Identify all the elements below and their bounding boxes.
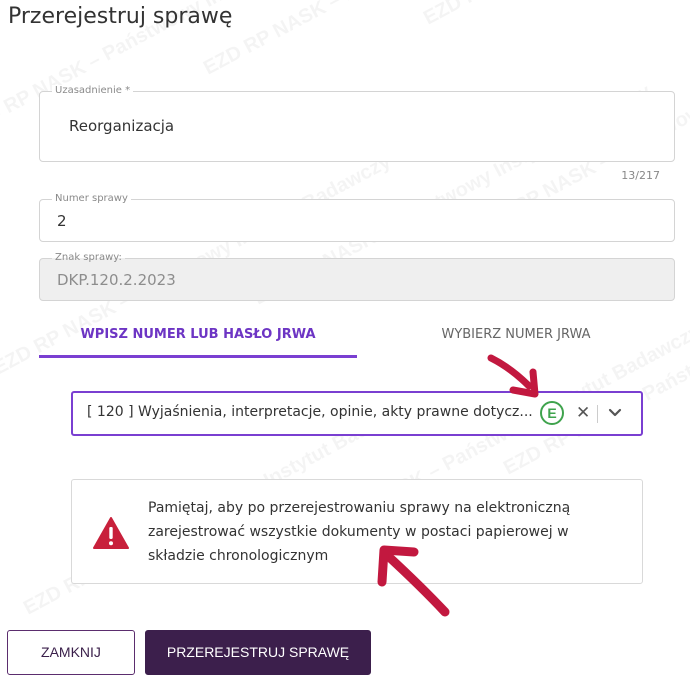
case-number-value[interactable]: 2 bbox=[57, 212, 67, 230]
justification-field[interactable]: Uzasadnienie * Reorganizacja bbox=[39, 85, 675, 162]
tab-choose-jrwa[interactable]: WYBIERZ NUMER JRWA bbox=[357, 318, 675, 358]
reregister-button[interactable]: PRZEREJESTRUJ SPRAWĘ bbox=[145, 630, 371, 675]
electronic-badge-icon: E bbox=[540, 401, 564, 425]
warning-triangle-icon bbox=[92, 516, 130, 554]
case-sign-value: DKP.120.2.2023 bbox=[57, 271, 176, 289]
watermark-text: EZD RP NASK – Państwowy Instytut Badawcz… bbox=[200, 0, 605, 80]
select-separator bbox=[597, 405, 598, 423]
jrwa-select-value: [ 120 ] Wyjaśnienia, interpretacje, opin… bbox=[87, 404, 533, 420]
justification-label: Uzasadnienie * bbox=[52, 85, 134, 97]
justification-value[interactable]: Reorganizacja bbox=[69, 117, 174, 135]
case-number-field[interactable]: Numer sprawy 2 bbox=[39, 193, 675, 242]
case-number-label: Numer sprawy bbox=[52, 193, 131, 205]
jrwa-select[interactable]: [ 120 ] Wyjaśnienia, interpretacje, opin… bbox=[71, 391, 643, 436]
case-sign-label: Znak sprawy: bbox=[52, 252, 125, 264]
clear-icon[interactable]: ✕ bbox=[576, 403, 590, 423]
tab-enter-jrwa[interactable]: WPISZ NUMER LUB HASŁO JRWA bbox=[39, 318, 357, 358]
case-sign-field: Znak sprawy: DKP.120.2.2023 bbox=[39, 252, 675, 301]
close-button[interactable]: ZAMKNIJ bbox=[7, 630, 135, 675]
chevron-down-icon[interactable] bbox=[608, 403, 622, 427]
watermark-text: EZD RP NASK – Państwowy Instytut Badawcz… bbox=[420, 0, 690, 30]
dialog-title: Przerejestruj sprawę bbox=[8, 4, 233, 29]
warning-alert: Pamiętaj, aby po przerejestrowaniu spraw… bbox=[71, 479, 643, 584]
warning-text: Pamiętaj, aby po przerejestrowaniu spraw… bbox=[148, 500, 571, 564]
character-counter: 13/217 bbox=[621, 169, 660, 182]
